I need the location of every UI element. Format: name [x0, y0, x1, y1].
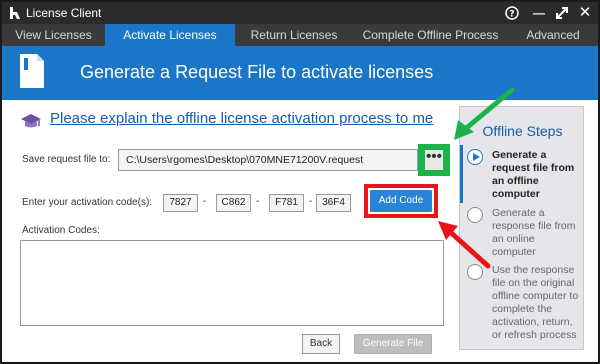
activation-codes-list[interactable]	[20, 240, 444, 326]
step-radio-icon	[467, 264, 483, 280]
browse-button[interactable]: •••	[422, 147, 446, 173]
title-bar: License Client ? — ✕	[2, 2, 598, 24]
tab-bar: View Licenses Activate Licenses Return L…	[2, 24, 598, 46]
activation-code-label: Enter your activation code(s):	[22, 197, 153, 208]
save-path-label: Save request file to:	[22, 154, 111, 165]
tab-view-licenses[interactable]: View Licenses	[2, 24, 105, 46]
step-text: Generate a request file from an offline …	[492, 149, 575, 200]
help-icon[interactable]: ?	[501, 3, 523, 23]
add-code-button[interactable]: Add Code	[370, 190, 432, 212]
offline-steps-heading: Offline Steps	[482, 123, 563, 139]
page-title: Generate a Request File to activate lice…	[80, 62, 434, 82]
activation-codes-label: Activation Codes:	[22, 225, 100, 236]
save-path-field[interactable]: C:\Users\rgomes\Desktop\070MNE71200V.req…	[118, 149, 418, 171]
generate-file-button[interactable]: Generate File	[354, 334, 432, 354]
tab-advanced[interactable]: Advanced	[508, 24, 598, 46]
window: License Client ? — ✕ View Licenses Activ…	[0, 0, 600, 364]
code-field-4[interactable]: 36F4	[316, 194, 351, 212]
offline-steps-panel: Offline Steps Generate a request file fr…	[459, 106, 584, 350]
svg-text:?: ?	[509, 10, 514, 20]
code-separator: -	[203, 196, 207, 207]
explain-process-link[interactable]: Please explain the offline license activ…	[50, 110, 433, 127]
graduation-cap-icon	[21, 114, 41, 128]
tab-return-licenses[interactable]: Return Licenses	[235, 24, 353, 46]
back-button[interactable]: Back	[302, 334, 340, 354]
step-text: Generate a response file from an online …	[492, 207, 576, 258]
close-icon[interactable]: ✕	[574, 3, 596, 23]
active-step-indicator	[460, 145, 463, 203]
code-field-2[interactable]: C862	[216, 194, 251, 212]
code-field-3[interactable]: F781	[269, 194, 304, 212]
document-icon	[20, 54, 44, 88]
step-text: Use the response file on the original of…	[492, 264, 579, 341]
window-title: License Client	[26, 6, 102, 20]
code-field-1[interactable]: 7827	[163, 194, 198, 212]
tab-activate-licenses[interactable]: Activate Licenses	[105, 24, 235, 46]
code-separator: -	[256, 196, 260, 207]
tab-complete-offline-process[interactable]: Complete Offline Process	[353, 24, 508, 46]
step-radio-icon	[467, 207, 483, 223]
minimize-icon[interactable]: —	[528, 3, 550, 23]
code-separator: -	[309, 196, 313, 207]
app-logo-icon	[10, 7, 20, 19]
restore-icon[interactable]	[551, 3, 573, 23]
page-banner: Generate a Request File to activate lice…	[2, 46, 598, 100]
step-active-radio-icon	[467, 149, 483, 165]
